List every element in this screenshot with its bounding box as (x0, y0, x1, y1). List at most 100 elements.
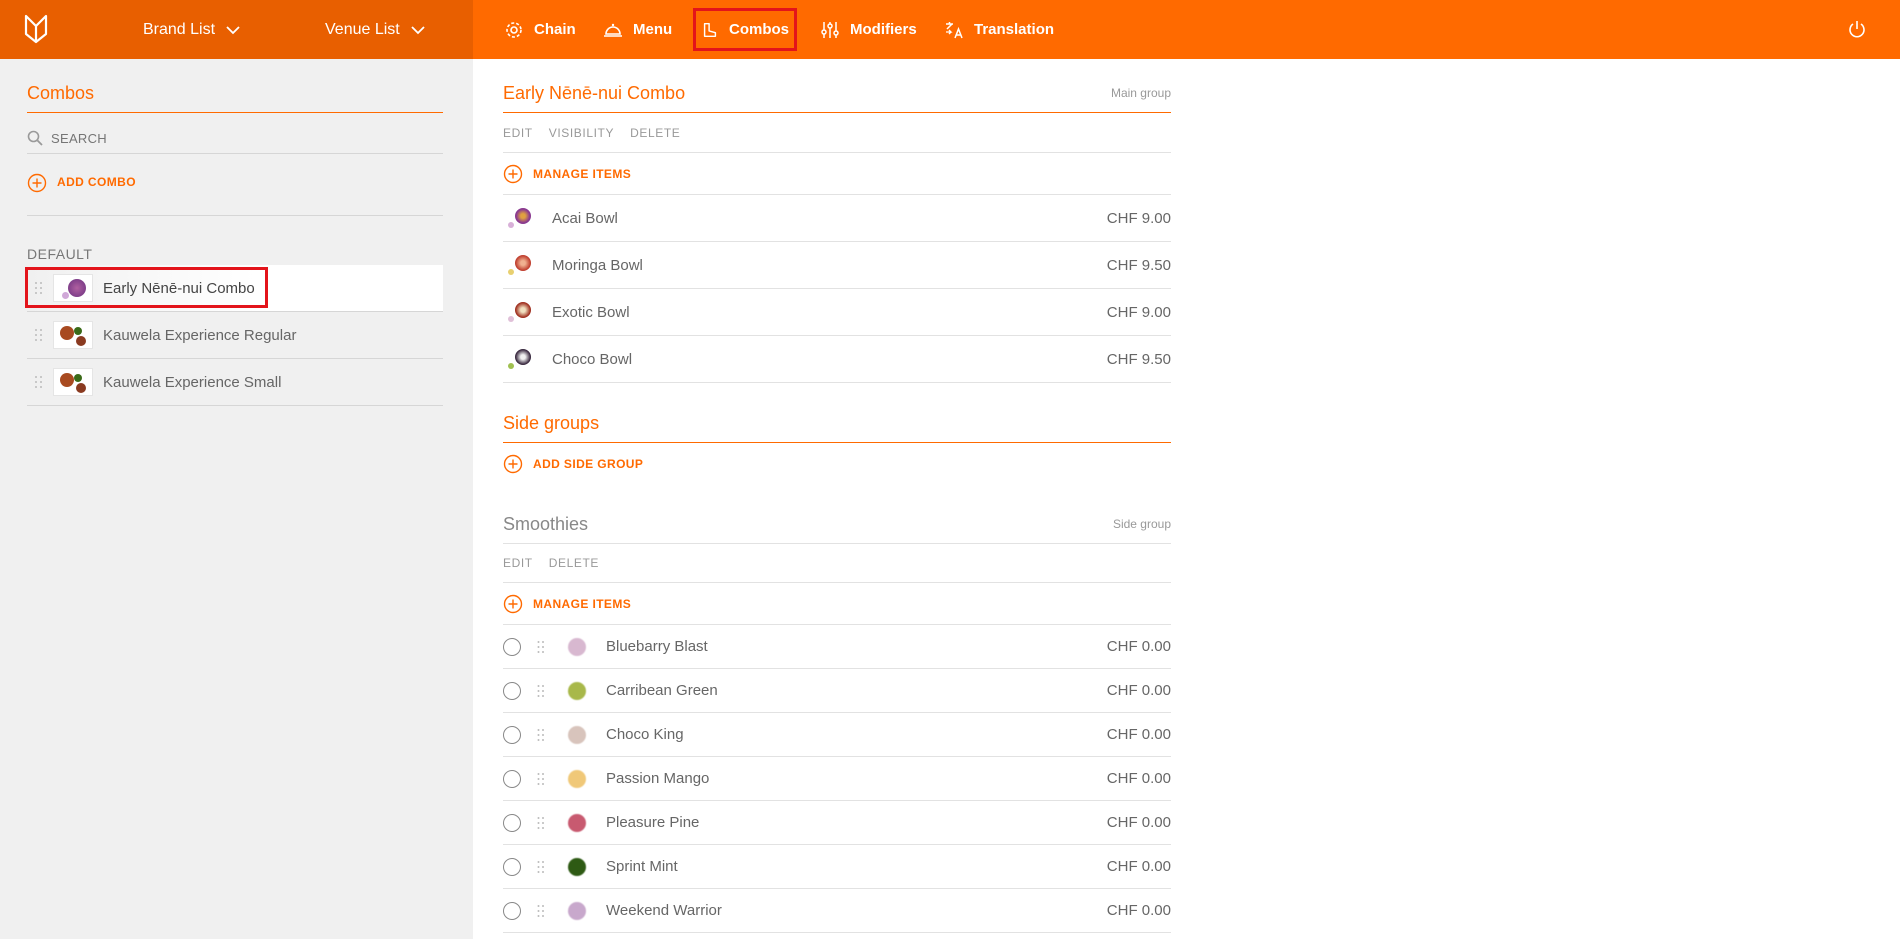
smoothie-thumbnail (568, 769, 586, 788)
combo-list-item[interactable]: Early Nēnē-nui Combo (25, 265, 443, 312)
add-circle-icon (503, 454, 523, 474)
brand-list-dropdown[interactable]: Brand List (143, 0, 241, 59)
item-thumbnail (507, 206, 531, 230)
smoothie-name: Carribean Green (606, 682, 718, 699)
delete-button[interactable]: DELETE (549, 556, 599, 570)
visibility-button[interactable]: VISIBILITY (549, 126, 614, 140)
top-bar: Brand List Venue List Chain Menu Combos … (0, 0, 1900, 59)
drag-handle-icon[interactable] (536, 640, 546, 654)
smoothie-price: CHF 0.00 (1106, 814, 1171, 831)
smoothie-name: Passion Mango (606, 770, 710, 787)
combo-name: Early Nēnē-nui Combo (103, 279, 255, 297)
smoothie-row[interactable]: Choco King CHF 0.00 (503, 713, 1171, 757)
add-combo-button[interactable]: ADD COMBO (27, 173, 443, 216)
item-price: CHF 9.50 (1106, 256, 1171, 274)
item-name: Moringa Bowl (552, 256, 643, 274)
select-radio[interactable] (503, 725, 521, 744)
nav-menu[interactable]: Menu (595, 0, 680, 59)
smoothie-price: CHF 0.00 (1106, 902, 1171, 919)
combo-item-row[interactable]: Acai Bowl CHF 9.00 (503, 195, 1171, 242)
smoothie-row[interactable]: Sprint Mint CHF 0.00 (503, 845, 1171, 889)
smoothie-price: CHF 0.00 (1106, 770, 1171, 787)
venue-list-dropdown[interactable]: Venue List (325, 0, 426, 59)
sidebar: Combos ADD COMBO DEFAULT Early Nēnē-nui … (0, 59, 473, 939)
drag-handle-icon[interactable] (33, 375, 45, 389)
nav-modifiers[interactable]: Modifiers (812, 0, 925, 59)
manage-items-label: MANAGE ITEMS (533, 596, 632, 611)
cloche-icon (604, 23, 622, 37)
add-circle-icon (503, 594, 523, 613)
manage-items-button[interactable]: MANAGE ITEMS (503, 583, 1171, 625)
smoothie-name: Choco King (606, 726, 684, 743)
drag-handle-icon[interactable] (536, 772, 546, 786)
nav-menu-label: Menu (633, 21, 673, 38)
add-combo-label: ADD COMBO (57, 175, 136, 189)
smoothie-row[interactable]: Passion Mango CHF 0.00 (503, 757, 1171, 801)
select-radio[interactable] (503, 901, 521, 920)
drag-handle-icon[interactable] (33, 328, 45, 342)
manage-items-label: MANAGE ITEMS (533, 166, 632, 181)
search-icon (27, 130, 43, 146)
item-thumbnail (507, 347, 531, 371)
drag-handle-icon[interactable] (536, 816, 546, 830)
brand-list-label: Brand List (143, 20, 216, 38)
group-type-label: Side group (1112, 517, 1171, 531)
smoothie-price: CHF 0.00 (1106, 682, 1171, 699)
smoothie-thumbnail (568, 813, 586, 832)
combo-title: Early Nēnē-nui Combo (503, 83, 686, 103)
gear-icon (506, 21, 522, 38)
add-side-group-button[interactable]: ADD SIDE GROUP (503, 443, 1171, 485)
smoothie-row[interactable]: Pleasure Pine CHF 0.00 (503, 801, 1171, 845)
nav-chain-label: Chain (534, 21, 576, 38)
drag-handle-icon[interactable] (536, 904, 546, 918)
combo-item-row[interactable]: Choco Bowl CHF 9.50 (503, 336, 1171, 383)
combo-thumbnail (53, 368, 93, 396)
combo-list-item[interactable]: Kauwela Experience Regular (27, 312, 443, 359)
add-circle-icon (27, 173, 47, 193)
select-radio[interactable] (503, 813, 521, 832)
group-type-label: Main group (1110, 86, 1171, 100)
smoothie-name: Sprint Mint (606, 858, 678, 875)
smoothie-row[interactable]: Bluebarry Blast CHF 0.00 (503, 625, 1171, 669)
combo-name: Kauwela Experience Small (103, 373, 282, 391)
logo-icon[interactable] (24, 14, 48, 44)
item-price: CHF 9.00 (1106, 209, 1171, 227)
select-radio[interactable] (503, 857, 521, 876)
combo-item-row[interactable]: Moringa Bowl CHF 9.50 (503, 242, 1171, 289)
manage-items-button[interactable]: MANAGE ITEMS (503, 153, 1171, 195)
smoothie-thumbnail (568, 725, 586, 744)
select-radio[interactable] (503, 769, 521, 788)
item-thumbnail (507, 253, 531, 277)
drag-handle-icon[interactable] (536, 728, 546, 742)
smoothie-row[interactable]: Carribean Green CHF 0.00 (503, 669, 1171, 713)
select-radio[interactable] (503, 681, 521, 700)
drag-handle-icon[interactable] (536, 860, 546, 874)
combo-thumbnail (53, 274, 93, 302)
drag-handle-icon[interactable] (33, 281, 45, 295)
item-name: Choco Bowl (552, 350, 633, 368)
edit-button[interactable]: EDIT (503, 126, 533, 140)
nav-translation[interactable]: Translation (936, 0, 1062, 59)
smoothie-price: CHF 0.00 (1106, 726, 1171, 743)
smoothie-name: Weekend Warrior (606, 902, 722, 919)
delete-button[interactable]: DELETE (630, 126, 680, 140)
search-box[interactable] (27, 123, 443, 154)
drag-handle-icon[interactable] (536, 684, 546, 698)
sliders-icon (821, 21, 839, 38)
smoothie-name: Bluebarry Blast (606, 638, 708, 655)
search-input[interactable] (51, 130, 411, 146)
select-radio[interactable] (503, 637, 521, 656)
power-icon[interactable] (1847, 19, 1867, 39)
edit-button[interactable]: EDIT (503, 556, 533, 570)
smoothie-row[interactable]: Weekend Warrior CHF 0.00 (503, 889, 1171, 933)
combo-header: Early Nēnē-nui Combo Main group (503, 83, 1171, 113)
combo-list: Early Nēnē-nui Combo Kauwela Experience … (25, 265, 443, 406)
nav-chain[interactable]: Chain (496, 0, 584, 59)
combo-list-item[interactable]: Kauwela Experience Small (27, 359, 443, 406)
side-groups-title: Side groups (503, 413, 1171, 443)
combo-actions: EDIT VISIBILITY DELETE (503, 114, 1171, 153)
combo-item-row[interactable]: Exotic Bowl CHF 9.00 (503, 289, 1171, 336)
smoothie-thumbnail (568, 901, 586, 920)
smoothie-price: CHF 0.00 (1106, 858, 1171, 875)
nav-combos[interactable]: Combos (693, 8, 797, 51)
